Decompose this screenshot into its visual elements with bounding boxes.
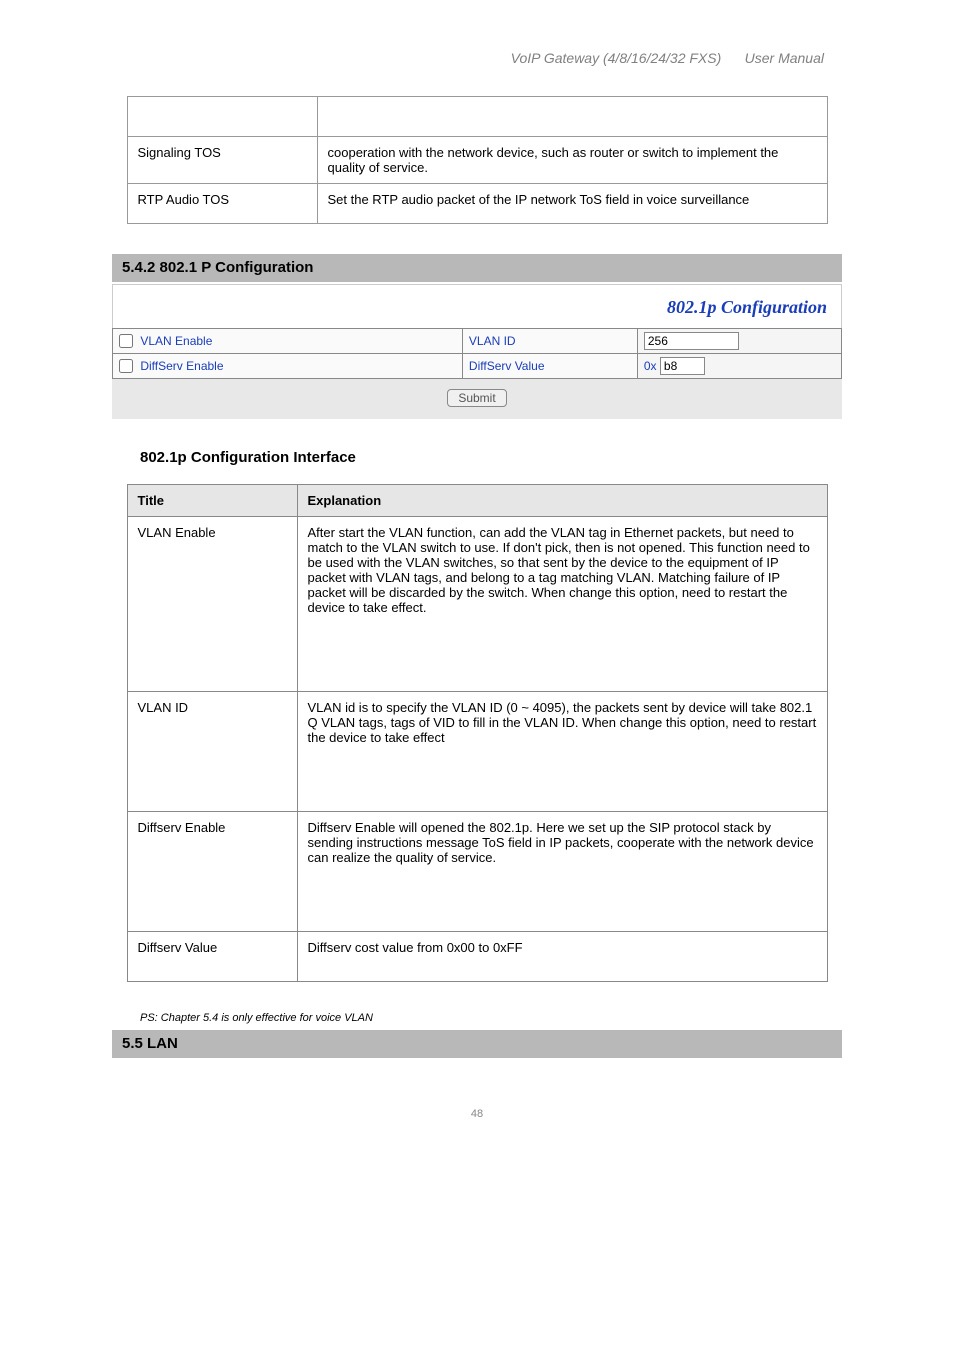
desc-r3-desc: Diffserv Enable will opened the 802.1p. … <box>297 812 827 932</box>
config-panel-title: 802.1p Configuration <box>112 284 842 328</box>
diffserv-value-label: DiffServ Value <box>462 354 637 379</box>
desc-r1-label: VLAN Enable <box>127 517 297 692</box>
header-doc: User Manual <box>745 50 824 66</box>
desc-r4-label: Diffserv Value <box>127 932 297 982</box>
submit-row: Submit <box>112 379 842 407</box>
vlan-enable-label: VLAN Enable <box>140 334 212 348</box>
desc-r3-label: Diffserv Enable <box>127 812 297 932</box>
diffserv-enable-checkbox[interactable] <box>119 359 133 373</box>
desc-row: Diffserv Enable Diffserv Enable will ope… <box>127 812 827 932</box>
tos-table: Signaling TOS cooperation with the netwo… <box>127 96 828 224</box>
footnote: PS: Chapter 5.4 is only effective for vo… <box>140 1012 894 1024</box>
description-table: Title Explanation VLAN Enable After star… <box>127 484 828 982</box>
section-8021p-title: 5.4.2 802.1 P Configuration <box>112 254 842 282</box>
tos-r2-label: Signaling TOS <box>127 137 317 184</box>
diffserv-enable-label: DiffServ Enable <box>140 359 223 373</box>
desc-row: VLAN ID VLAN id is to specify the VLAN I… <box>127 692 827 812</box>
config-row-diffserv: DiffServ Enable DiffServ Value 0x <box>113 354 842 379</box>
desc-r1-desc: After start the VLAN function, can add t… <box>297 517 827 692</box>
tos-r3-label: RTP Audio TOS <box>127 184 317 224</box>
vlan-id-label: VLAN ID <box>462 329 637 354</box>
page-number: 48 <box>60 1108 894 1120</box>
desc-h1: Title <box>127 485 297 517</box>
diffserv-value-input[interactable] <box>660 357 705 375</box>
table-row: RTP Audio TOS Set the RTP audio packet o… <box>127 184 827 224</box>
vlan-id-input[interactable] <box>644 332 739 350</box>
section-lan-title: 5.5 LAN <box>112 1030 842 1058</box>
desc-h2: Explanation <box>297 485 827 517</box>
desc-row: VLAN Enable After start the VLAN functio… <box>127 517 827 692</box>
vlan-id-value-cell <box>637 329 841 354</box>
vlan-enable-cell: VLAN Enable <box>113 329 463 354</box>
diffserv-prefix: 0x <box>644 359 657 373</box>
figure-caption: 802.1p Configuration Interface <box>140 449 894 466</box>
tos-r1-desc <box>317 97 827 137</box>
submit-button[interactable]: Submit <box>447 389 506 407</box>
diffserv-enable-cell: DiffServ Enable <box>113 354 463 379</box>
table-row <box>127 97 827 137</box>
config-panel-8021p: 802.1p Configuration VLAN Enable VLAN ID… <box>112 284 842 419</box>
page-header: VoIP Gateway (4/8/16/24/32 FXS) User Man… <box>60 50 894 66</box>
desc-r2-label: VLAN ID <box>127 692 297 812</box>
config-grid: VLAN Enable VLAN ID DiffServ Enable Diff… <box>112 328 842 379</box>
table-row: Signaling TOS cooperation with the netwo… <box>127 137 827 184</box>
header-product: VoIP Gateway (4/8/16/24/32 FXS) <box>511 50 722 66</box>
desc-r2-desc: VLAN id is to specify the VLAN ID (0 ~ 4… <box>297 692 827 812</box>
tos-r2-desc: cooperation with the network device, suc… <box>317 137 827 184</box>
config-row-vlan: VLAN Enable VLAN ID <box>113 329 842 354</box>
desc-header-row: Title Explanation <box>127 485 827 517</box>
vlan-enable-checkbox[interactable] <box>119 334 133 348</box>
desc-r4-desc: Diffserv cost value from 0x00 to 0xFF <box>297 932 827 982</box>
desc-row: Diffserv Value Diffserv cost value from … <box>127 932 827 982</box>
tos-r1-label <box>127 97 317 137</box>
diffserv-value-cell: 0x <box>637 354 841 379</box>
tos-r3-desc: Set the RTP audio packet of the IP netwo… <box>317 184 827 224</box>
